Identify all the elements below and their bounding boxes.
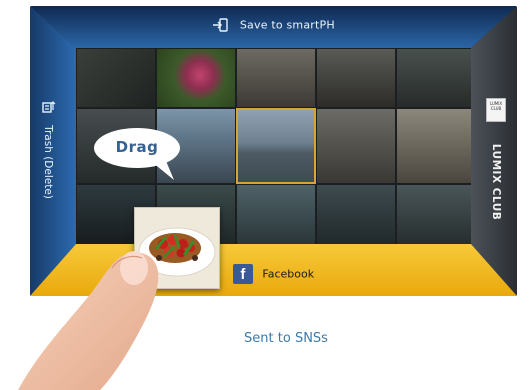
- drag-hint-label: Drag: [115, 138, 159, 156]
- caption: Sent to SNSs: [244, 331, 328, 346]
- facebook-label: Facebook: [262, 267, 315, 281]
- lumix-club-action[interactable]: LUMIX CLUB LUMIX CLUB: [481, 98, 511, 238]
- trash-label: Trash (Delete): [42, 125, 54, 199]
- save-to-smartphone-action[interactable]: Save to smartPH: [30, 18, 517, 32]
- photo-thumbnail[interactable]: [316, 184, 396, 246]
- facebook-action[interactable]: f Facebook: [30, 264, 517, 284]
- save-to-smartphone-label: Save to smartPH: [239, 18, 335, 32]
- drag-hint-bubble: Drag: [94, 128, 180, 180]
- photo-thumbnail[interactable]: [236, 184, 316, 246]
- photo-thumbnail[interactable]: [156, 48, 236, 108]
- facebook-icon: f: [232, 264, 253, 284]
- photo-thumbnail[interactable]: [316, 48, 396, 108]
- photo-thumbnail[interactable]: [316, 108, 396, 184]
- lumix-club-logo: LUMIX CLUB: [486, 98, 506, 122]
- camera-screen: Save to smartPH Trash (Delete) LUMIX CLU…: [30, 6, 517, 296]
- food-photo-icon: [135, 208, 219, 288]
- photo-thumbnail[interactable]: [396, 184, 473, 246]
- trash-action[interactable]: Trash (Delete): [38, 102, 58, 222]
- dragged-photo[interactable]: [134, 207, 220, 289]
- photo-thumbnail[interactable]: [76, 48, 156, 108]
- photo-thumbnail[interactable]: [236, 48, 316, 108]
- phone-save-icon: [213, 18, 228, 32]
- photo-thumbnail[interactable]: [396, 48, 473, 108]
- photo-thumbnail-selected[interactable]: [236, 108, 316, 184]
- lumix-club-label: LUMIX CLUB: [490, 143, 502, 221]
- photo-thumbnail[interactable]: [396, 108, 473, 184]
